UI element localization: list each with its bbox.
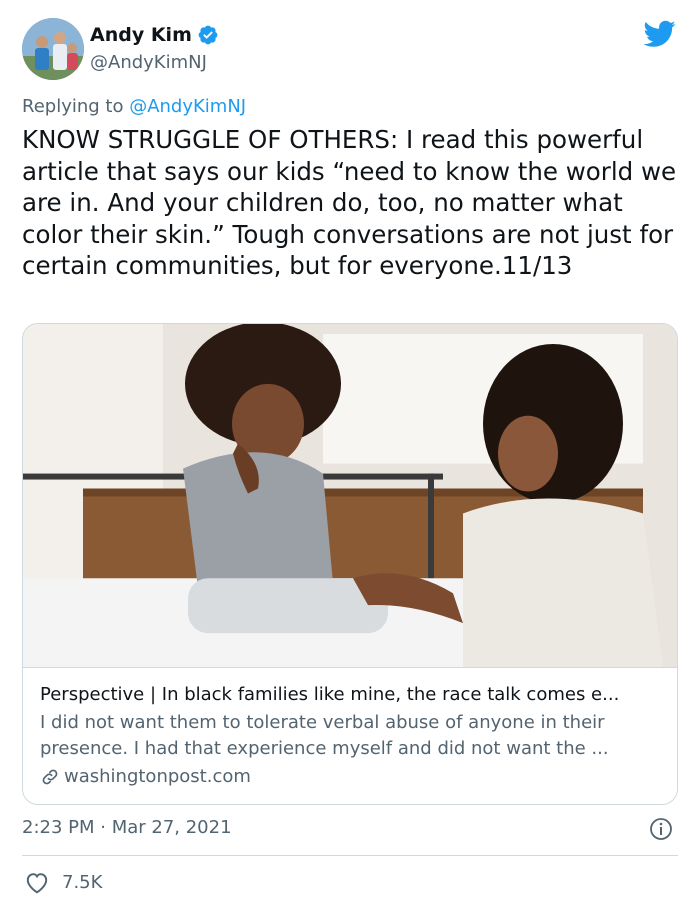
link-icon [42,769,58,785]
heart-icon[interactable] [24,870,50,894]
reply-prefix: Replying to [22,96,130,117]
card-title: Perspective | In black families like min… [40,684,620,705]
card-image [23,324,677,668]
tweet-header: Andy Kim @AndyKimNJ [22,16,678,80]
like-action[interactable]: 7.5K [24,870,102,894]
author-handle[interactable]: @AndyKimNJ [90,52,207,73]
tweet-timestamp[interactable]: 2:23 PM · Mar 27, 2021 [22,817,232,838]
info-icon[interactable] [649,817,673,841]
like-count: 7.5K [62,871,103,893]
card-description: I did not want them to tolerate verbal a… [40,712,609,759]
link-card[interactable]: Perspective | In black families like min… [22,323,678,805]
author-name[interactable]: Andy Kim [90,24,192,46]
divider [22,855,678,856]
tweet-text: KNOW STRUGGLE OF OTHERS: I read this pow… [22,125,684,280]
card-domain-row: washingtonpost.com [40,764,662,790]
verified-badge-icon [198,25,218,45]
twitter-bird-icon[interactable] [644,20,676,48]
reply-context: Replying to @AndyKimNJ [22,96,246,117]
card-domain: washingtonpost.com [64,766,251,787]
avatar[interactable] [22,18,84,80]
reply-mention[interactable]: @AndyKimNJ [129,96,246,117]
